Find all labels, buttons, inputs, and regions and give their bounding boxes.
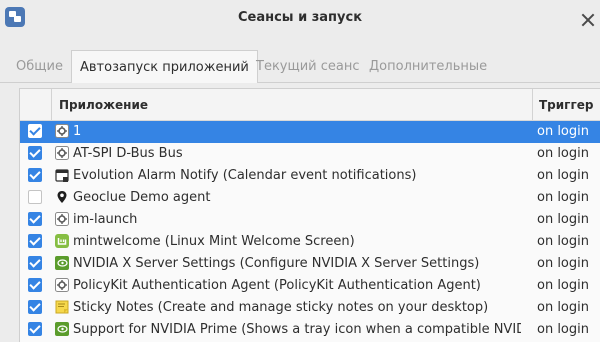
title-bar: Сеансы и запуск: [0, 0, 600, 40]
trigger-value: on login: [537, 234, 589, 249]
application-name: AT-SPI D-Bus Bus: [73, 146, 183, 161]
table-row[interactable]: 1 on login: [20, 121, 600, 143]
nvidia-icon: [55, 256, 69, 270]
autostart-checkbox[interactable]: [28, 234, 42, 248]
application-name: Evolution Alarm Notify (Calendar event n…: [73, 168, 417, 183]
application-name: NVIDIA X Server Settings (Configure NVID…: [73, 256, 480, 271]
autostart-checkbox[interactable]: [28, 256, 42, 270]
application-name: PolicyKit Authentication Agent (PolicyKi…: [73, 278, 481, 293]
trigger-value: on login: [537, 256, 589, 271]
table-row[interactable]: Evolution Alarm Notify (Calendar event n…: [20, 165, 600, 187]
mint-logo-icon: [55, 234, 69, 248]
autostart-checkbox[interactable]: [28, 146, 42, 160]
close-button[interactable]: [580, 12, 596, 28]
table-row[interactable]: mintwelcome (Linux Mint Welcome Screen) o…: [20, 231, 600, 253]
autostart-checkbox[interactable]: [28, 322, 42, 336]
table-row[interactable]: PolicyKit Authentication Agent (PolicyKi…: [20, 275, 600, 297]
table-row[interactable]: AT-SPI D-Bus Bus on login: [20, 143, 600, 165]
trigger-value: on login: [537, 168, 589, 183]
autostart-checkbox[interactable]: [28, 190, 42, 204]
table-row[interactable]: im-launch on login: [20, 209, 600, 231]
calendar-alarm-icon: [55, 168, 69, 182]
table-body: 1 on login AT-SPI D-Bus Bus on login Evoluti…: [20, 121, 600, 341]
tab-general[interactable]: Общие: [16, 50, 63, 82]
table-row[interactable]: Geoclue Demo agent on login: [20, 187, 600, 209]
trigger-value: on login: [537, 322, 589, 337]
location-pin-icon: [55, 190, 69, 204]
trigger-value: on login: [537, 278, 589, 293]
table-row[interactable]: NVIDIA X Server Settings (Configure NVID…: [20, 253, 600, 275]
trigger-value: on login: [537, 212, 589, 227]
application-name: mintwelcome (Linux Mint Welcome Screen): [73, 234, 355, 249]
trigger-value: on login: [537, 124, 589, 139]
sticky-note-icon: [55, 300, 69, 314]
trigger-value: on login: [537, 300, 589, 315]
gear-icon: [55, 146, 69, 160]
tab-autostart[interactable]: Автозапуск приложений: [71, 50, 258, 83]
column-header-trigger[interactable]: Триггер: [539, 89, 593, 120]
autostart-checkbox[interactable]: [28, 124, 42, 138]
application-name: 1: [73, 124, 82, 139]
autostart-list: Приложение Триггер 1 on login AT-SPI D-Bus…: [19, 88, 600, 342]
application-name: im-launch: [73, 212, 138, 227]
window-title: Сеансы и запуск: [237, 10, 363, 25]
trigger-value: on login: [537, 146, 589, 161]
column-header-application[interactable]: Приложение: [59, 89, 148, 120]
application-name: Sticky Notes (Create and manage sticky n…: [73, 300, 489, 315]
tab-bar: Общие Автозапуск приложений Текущий сеан…: [0, 50, 600, 83]
gear-icon: [55, 212, 69, 226]
table-row[interactable]: Sticky Notes (Create and manage sticky n…: [20, 297, 600, 319]
gear-icon: [55, 278, 69, 292]
nvidia-icon: [55, 322, 69, 336]
table-header: Приложение Триггер: [20, 89, 600, 121]
trigger-value: on login: [537, 190, 589, 205]
autostart-checkbox[interactable]: [28, 212, 42, 226]
tab-advanced[interactable]: Дополнительные: [369, 50, 487, 82]
application-name: Geoclue Demo agent: [73, 190, 211, 205]
autostart-checkbox[interactable]: [28, 168, 42, 182]
table-row[interactable]: Support for NVIDIA Prime (Shows a tray i…: [20, 319, 600, 341]
application-name: Support for NVIDIA Prime (Shows a tray i…: [73, 322, 521, 337]
gear-icon: [55, 124, 69, 138]
autostart-checkbox[interactable]: [28, 300, 42, 314]
tab-current-session[interactable]: Текущий сеанс: [256, 50, 360, 82]
autostart-checkbox[interactable]: [28, 278, 42, 292]
